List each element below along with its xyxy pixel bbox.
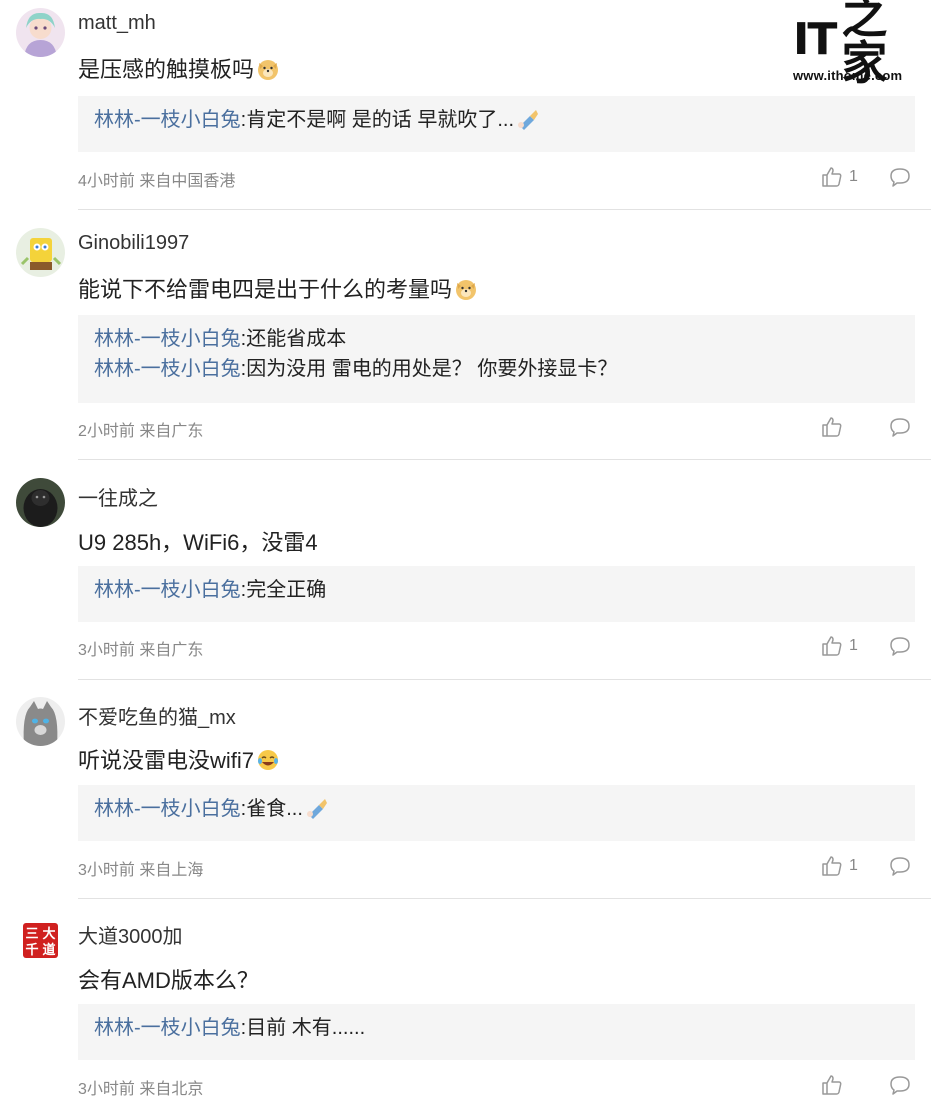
reply-box: 林林-一枝小白兔:还能省成本 林林-一枝小白兔:因为没用 雷电的用处是？ 你要外… <box>78 315 915 403</box>
like-button[interactable]: 1 <box>821 166 869 188</box>
reply-text: :因为没用 雷电的用处是？ 你要外接显卡？ <box>240 358 618 380</box>
avatar[interactable] <box>16 228 65 277</box>
avatar[interactable] <box>16 8 65 57</box>
reply-line: 林林-一枝小白兔:肯定不是啊 是的话 早就吹了... <box>94 105 899 135</box>
like-count: 1 <box>849 857 858 874</box>
blow-horn-emoji-icon <box>518 110 539 130</box>
comment-actions <box>821 416 911 438</box>
thumbs-up-icon <box>822 636 842 656</box>
reply-author-link[interactable]: 林林-一枝小白兔 <box>94 798 241 820</box>
comment-actions <box>821 1074 911 1096</box>
reply-author-link[interactable]: 林林-一枝小白兔 <box>94 579 241 601</box>
like-button[interactable]: 1 <box>821 855 869 877</box>
reply-line: 林林-一枝小白兔:目前 木有...... <box>94 1013 899 1043</box>
comment-text-body: 能说下不给雷电四是出于什么的考量吗 <box>78 277 453 302</box>
reply-bubble-icon[interactable] <box>889 1074 911 1096</box>
reply-bubble-icon[interactable] <box>889 855 911 877</box>
reply-bubble-icon[interactable] <box>889 416 911 438</box>
comment-meta: 4小时前 来自中国香港 <box>78 173 236 190</box>
comment-text: U9 285h，WiFi6，没雷4 <box>78 525 318 557</box>
comment-text-body: 听说没雷电没wifi7 <box>78 748 255 773</box>
reply-text: :完全正确 <box>240 579 327 601</box>
reply-bubble-icon[interactable] <box>889 166 911 188</box>
comment-actions: 1 <box>821 166 911 188</box>
laugh-cry-emoji-icon <box>258 750 279 770</box>
like-button[interactable]: 1 <box>821 635 869 657</box>
reply-box: 林林-一枝小白兔:雀食... <box>78 785 915 841</box>
doge-emoji-icon <box>258 60 279 80</box>
comment-actions: 1 <box>821 635 911 657</box>
comment-text-body: 是压感的触摸板吗 <box>78 57 255 82</box>
comment-text: 能说下不给雷电四是出于什么的考量吗 <box>78 272 478 304</box>
like-button[interactable] <box>821 416 869 438</box>
thumbs-up-icon <box>822 1075 842 1095</box>
ithome-logo: IT 之家 <box>793 0 917 86</box>
reply-author-link[interactable]: 林林-一枝小白兔 <box>94 358 241 380</box>
doge-emoji-icon <box>456 280 477 300</box>
reply-box: 林林-一枝小白兔:完全正确 <box>78 566 915 622</box>
blow-horn-emoji-icon <box>306 799 327 819</box>
username[interactable]: matt_mh <box>78 12 156 35</box>
reply-line: 林林-一枝小白兔:完全正确 <box>94 575 899 605</box>
svg-text:三: 三 <box>25 927 38 942</box>
logo-it-text: IT <box>793 14 837 65</box>
reply-line: 林林-一枝小白兔:雀食... <box>94 794 899 824</box>
svg-text:大: 大 <box>42 926 55 942</box>
svg-text:千: 千 <box>25 942 38 958</box>
comment-text: 会有AMD版本么？ <box>78 963 259 995</box>
reply-box: 林林-一枝小白兔:目前 木有...... <box>78 1004 915 1060</box>
thumbs-up-icon <box>822 856 842 876</box>
reply-text: :雀食... <box>240 798 303 820</box>
like-button[interactable] <box>821 1074 869 1096</box>
like-count: 1 <box>849 637 858 654</box>
reply-line: 林林-一枝小白兔:因为没用 雷电的用处是？ 你要外接显卡？ <box>94 354 899 384</box>
reply-text: :肯定不是啊 是的话 早就吹了... <box>240 109 515 131</box>
logo-url: www.ithome.com <box>793 68 903 83</box>
divider <box>78 459 931 460</box>
reply-text: :目前 木有...... <box>240 1017 366 1039</box>
reply-author-link[interactable]: 林林-一枝小白兔 <box>94 328 241 350</box>
like-count: 1 <box>849 168 858 185</box>
comment-actions: 1 <box>821 855 911 877</box>
username[interactable]: Ginobili1997 <box>78 232 189 255</box>
reply-text: :还能省成本 <box>240 328 347 350</box>
username[interactable]: 不爱吃鱼的猫_mx <box>78 701 236 730</box>
divider <box>78 209 931 210</box>
avatar[interactable] <box>16 478 65 527</box>
reply-bubble-icon[interactable] <box>889 635 911 657</box>
avatar[interactable]: 三 大 千 道 <box>16 916 65 965</box>
comment-meta: 2小时前 来自广东 <box>78 423 204 440</box>
username[interactable]: 大道3000加 <box>78 920 183 949</box>
svg-text:道: 道 <box>42 942 55 958</box>
reply-author-link[interactable]: 林林-一枝小白兔 <box>94 1017 241 1039</box>
reply-author-link[interactable]: 林林-一枝小白兔 <box>94 109 241 131</box>
divider <box>78 679 931 680</box>
comment-meta: 3小时前 来自广东 <box>78 642 204 659</box>
comment-text-body: U9 285h，WiFi6，没雷4 <box>78 530 318 555</box>
thumbs-up-icon <box>822 167 842 187</box>
reply-box: 林林-一枝小白兔:肯定不是啊 是的话 早就吹了... <box>78 96 915 152</box>
comment-meta: 3小时前 来自北京 <box>78 1081 204 1098</box>
comment-text-body: 会有AMD版本么？ <box>78 968 259 993</box>
username[interactable]: 一往成之 <box>78 482 158 511</box>
comment-meta: 3小时前 来自上海 <box>78 862 204 879</box>
avatar[interactable] <box>16 697 65 746</box>
comment-text: 是压感的触摸板吗 <box>78 52 280 84</box>
thumbs-up-icon <box>822 417 842 437</box>
reply-line: 林林-一枝小白兔:还能省成本 <box>94 324 899 354</box>
comment-text: 听说没雷电没wifi7 <box>78 743 280 775</box>
ithome-watermark: IT 之家 www.ithome.com <box>793 0 917 90</box>
divider <box>78 898 931 899</box>
